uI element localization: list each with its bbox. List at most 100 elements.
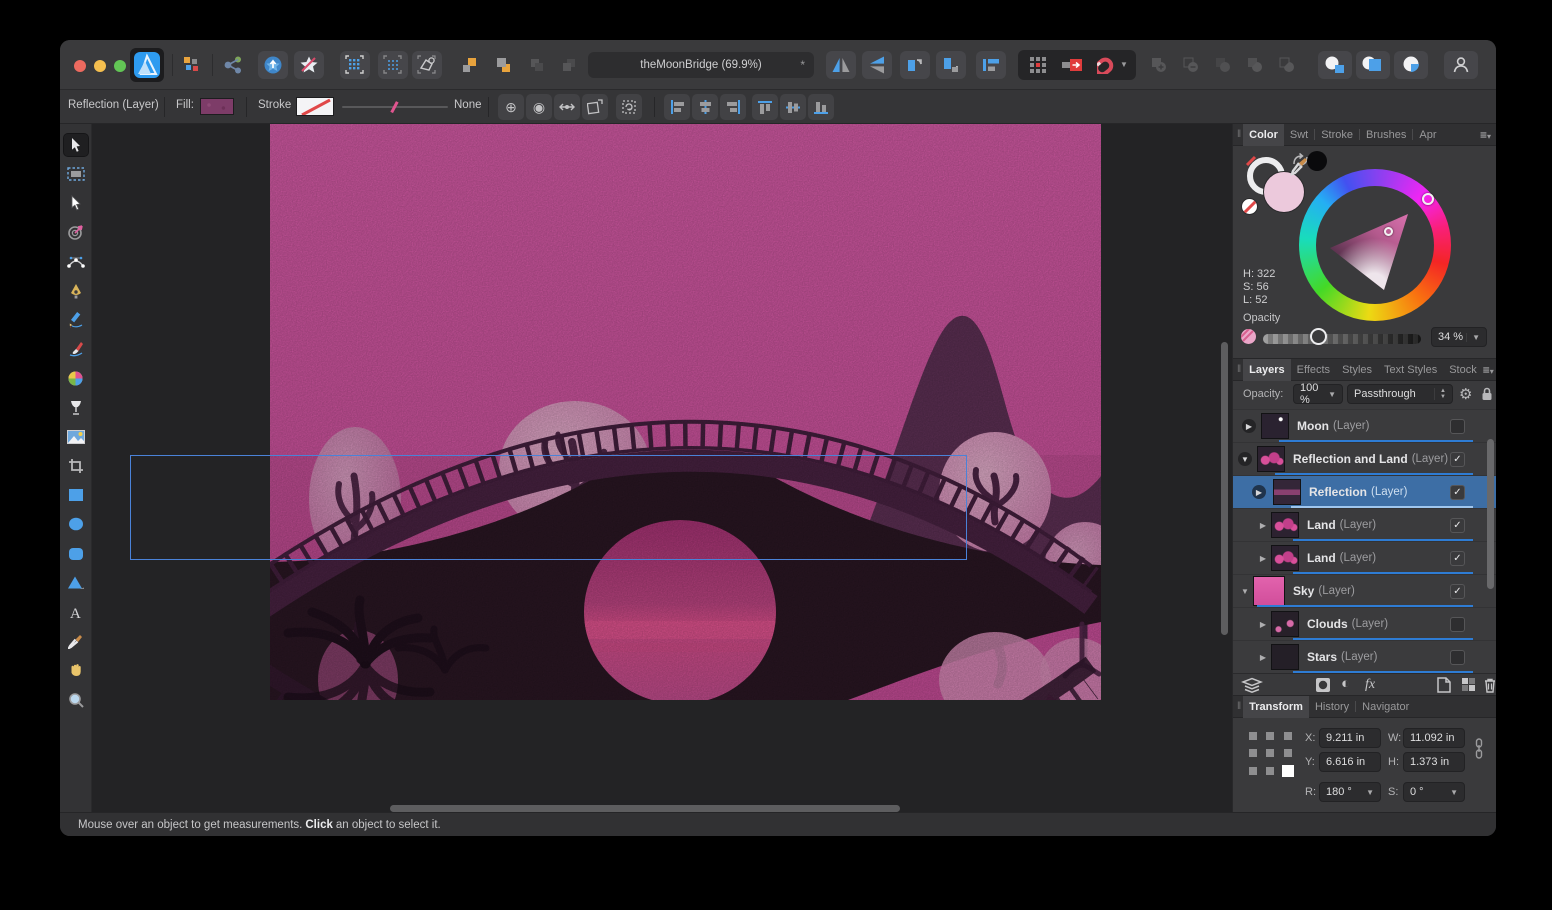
- tab-stock[interactable]: Stock: [1443, 359, 1483, 381]
- layer-row[interactable]: ▼ Reflection and Land(Layer) ✓: [1233, 442, 1496, 475]
- layer-row[interactable]: ▶ Moon(Layer): [1233, 409, 1496, 442]
- shape-tool[interactable]: [64, 572, 88, 594]
- layer-row[interactable]: ▶ Land(Layer) ✓: [1233, 541, 1496, 574]
- h-field[interactable]: 1.373 in: [1403, 752, 1465, 772]
- view-tool[interactable]: [64, 659, 88, 681]
- saturation-lightness-selector[interactable]: [1384, 227, 1393, 236]
- x-field[interactable]: 9.211 in: [1319, 728, 1381, 748]
- flip-horizontal-button[interactable]: [826, 51, 856, 79]
- align-middle-vertical-button[interactable]: [780, 94, 806, 120]
- boolean-subtract-button[interactable]: [1178, 51, 1204, 79]
- rounded-rectangle-tool[interactable]: [64, 543, 88, 565]
- color-wheel[interactable]: [1299, 169, 1451, 321]
- move-forward-button[interactable]: [454, 51, 484, 79]
- tab-swatches[interactable]: Swt: [1284, 124, 1314, 146]
- boolean-add-button[interactable]: [1146, 51, 1172, 79]
- panel-menu-icon[interactable]: ≡▾: [1480, 128, 1491, 142]
- disclosure-triangle[interactable]: ▼: [1237, 587, 1253, 596]
- force-pixel-alignment-button[interactable]: [1058, 51, 1086, 79]
- layer-thumbnail[interactable]: [1271, 545, 1299, 571]
- w-field[interactable]: 11.092 in: [1403, 728, 1465, 748]
- layer-visibility-checkbox[interactable]: ✓: [1450, 485, 1465, 500]
- opacity-slider-knob[interactable]: [1310, 328, 1327, 345]
- rectangle-tool[interactable]: [64, 484, 88, 506]
- artistic-text-tool[interactable]: A: [64, 601, 88, 623]
- layer-thumbnail[interactable]: [1257, 446, 1285, 472]
- rotation-center-button[interactable]: [616, 94, 642, 120]
- transform-selection-button[interactable]: [412, 51, 442, 79]
- vector-brush-tool[interactable]: [64, 338, 88, 360]
- flip-vertical-button[interactable]: [862, 51, 892, 79]
- layer-thumbnail[interactable]: [1253, 576, 1285, 606]
- new-layer-icon[interactable]: [1437, 677, 1451, 693]
- lock-icon[interactable]: [1481, 387, 1493, 401]
- move-to-front-button[interactable]: [522, 51, 552, 79]
- layer-visibility-checkbox[interactable]: ✓: [1450, 584, 1465, 599]
- layer-visibility-checkbox[interactable]: [1450, 650, 1465, 665]
- tab-color[interactable]: Color: [1243, 124, 1284, 146]
- layers-stack-icon[interactable]: [1241, 677, 1263, 693]
- vertical-scrollbar[interactable]: [1221, 342, 1228, 635]
- marquee-subtract-button[interactable]: [378, 51, 408, 79]
- layer-effects-icon[interactable]: fx: [1365, 677, 1375, 693]
- panel-drag-handle[interactable]: ‖: [1237, 129, 1240, 140]
- insert-inside-button[interactable]: [1394, 51, 1428, 79]
- move-tool[interactable]: [64, 134, 88, 156]
- layer-thumbnail[interactable]: [1271, 644, 1299, 670]
- adjustment-layer-icon[interactable]: ◐: [1341, 675, 1350, 692]
- align-top-button[interactable]: [752, 94, 778, 120]
- panel-drag-handle[interactable]: ‖: [1237, 701, 1240, 712]
- rotation-dropdown[interactable]: 180 °▼: [1319, 782, 1381, 802]
- boolean-combine-button[interactable]: [1274, 51, 1300, 79]
- align-right-button[interactable]: [720, 94, 746, 120]
- tab-text-styles[interactable]: Text Styles: [1378, 359, 1443, 381]
- boolean-intersect-button[interactable]: [1210, 51, 1236, 79]
- align-bottom-button[interactable]: [808, 94, 834, 120]
- layers-opacity-dropdown[interactable]: 100 %▼: [1293, 384, 1343, 404]
- move-to-back-button[interactable]: [554, 51, 584, 79]
- move-backward-button[interactable]: [488, 51, 518, 79]
- boolean-divide-button[interactable]: [1242, 51, 1268, 79]
- snapping-magnet-button[interactable]: [1092, 51, 1120, 79]
- colour-picker-tool[interactable]: [64, 630, 88, 652]
- stroke-width-slider-handle[interactable]: [390, 101, 398, 113]
- opacity-slider[interactable]: [1263, 334, 1421, 344]
- layer-row[interactable]: ▼ Sky(Layer) ✓: [1233, 574, 1496, 607]
- zoom-tool[interactable]: [64, 689, 88, 711]
- disclosure-triangle[interactable]: ▼: [1238, 452, 1252, 466]
- close-window-button[interactable]: [74, 60, 86, 72]
- rotate-clockwise-button[interactable]: [936, 51, 966, 79]
- account-button[interactable]: [1444, 51, 1478, 79]
- color-triangle[interactable]: [1326, 194, 1426, 294]
- panel-drag-handle[interactable]: ‖: [1237, 364, 1240, 375]
- stroke-swatch[interactable]: [296, 97, 334, 116]
- layer-thumbnail[interactable]: [1271, 611, 1299, 637]
- tab-stroke[interactable]: Stroke: [1315, 124, 1359, 146]
- artboard-canvas[interactable]: [270, 124, 1101, 700]
- document-title[interactable]: theMoonBridge (69.9%) *: [588, 52, 814, 78]
- layer-visibility-checkbox[interactable]: ✓: [1450, 518, 1465, 533]
- disclosure-triangle[interactable]: ▶: [1255, 554, 1271, 563]
- fill-tool[interactable]: [64, 397, 88, 419]
- artboard-tool[interactable]: [64, 163, 88, 185]
- share-icon-button[interactable]: [218, 51, 250, 79]
- layer-thumbnail[interactable]: [1261, 413, 1289, 439]
- mask-layer-icon[interactable]: [1315, 677, 1331, 693]
- tab-history[interactable]: History: [1309, 696, 1355, 718]
- pen-tool[interactable]: [64, 280, 88, 302]
- minimize-window-button[interactable]: [94, 60, 106, 72]
- stroke-width-value[interactable]: None: [454, 99, 482, 111]
- link-dimensions-icon[interactable]: [1475, 738, 1483, 760]
- colour-tool[interactable]: [64, 368, 88, 390]
- layer-visibility-checkbox[interactable]: [1450, 617, 1465, 632]
- align-left-button[interactable]: [664, 94, 690, 120]
- tab-navigator[interactable]: Navigator: [1356, 696, 1415, 718]
- toggle-ui-icon-button[interactable]: [178, 51, 206, 79]
- affinity-designer-app-icon[interactable]: [130, 48, 164, 82]
- pixel-persona-button[interactable]: [294, 51, 324, 79]
- insert-behind-button[interactable]: [1318, 51, 1352, 79]
- designer-persona-button[interactable]: [258, 51, 288, 79]
- layer-visibility-checkbox[interactable]: ✓: [1450, 551, 1465, 566]
- point-transform-tool[interactable]: [64, 222, 88, 244]
- layer-row[interactable]: ▶ Stars(Layer): [1233, 640, 1496, 673]
